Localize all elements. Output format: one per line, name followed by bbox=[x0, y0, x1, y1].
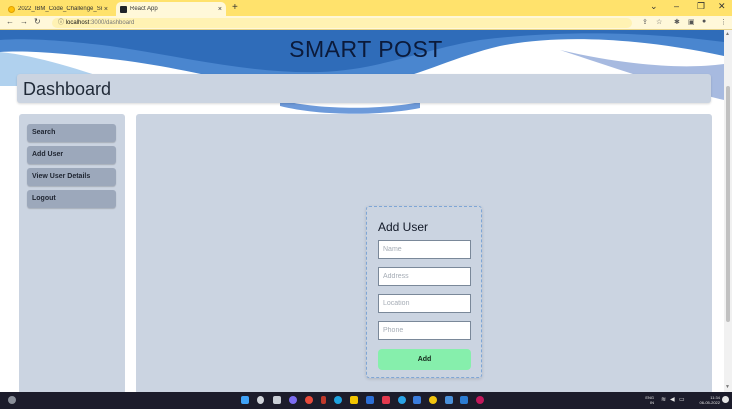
vpn-icon[interactable] bbox=[382, 396, 390, 404]
back-arrow-icon[interactable]: ← bbox=[6, 17, 14, 26]
wifi-icon[interactable]: ≋ bbox=[661, 397, 666, 403]
address-field[interactable] bbox=[378, 267, 471, 286]
add-user-form: Add User Add bbox=[366, 206, 482, 378]
dashboard-header: Dashboard bbox=[17, 74, 711, 103]
extensions-icon[interactable]: ✱ bbox=[674, 18, 680, 26]
windows-start-icon[interactable] bbox=[241, 396, 249, 404]
form-title: Add User bbox=[378, 220, 429, 234]
minimize-icon[interactable]: – bbox=[674, 1, 679, 11]
sidebar-item-view-user-details[interactable]: View User Details bbox=[27, 168, 116, 186]
page-viewport: SMART POST Dashboard Search Add User Vie… bbox=[0, 30, 724, 392]
react-favicon-icon bbox=[120, 5, 127, 13]
browser-tab-react-app[interactable]: React App × bbox=[116, 2, 226, 16]
edge-icon[interactable] bbox=[334, 396, 342, 404]
app-brand-title: SMART POST bbox=[289, 36, 443, 62]
tab-title: 2022_IBM_Code_Challenge_Smar bbox=[18, 6, 102, 12]
tab-close-icon[interactable]: × bbox=[104, 6, 108, 13]
notification-icon[interactable] bbox=[722, 396, 729, 403]
clock[interactable]: 11:34 06-05-2022 bbox=[690, 395, 720, 405]
os-taskbar: ENG IN ≋ ◀ ▭ 11:34 06-05-2022 bbox=[0, 392, 732, 409]
media-icon[interactable] bbox=[476, 396, 484, 404]
task-view-icon[interactable] bbox=[273, 396, 281, 404]
share-icon[interactable]: ⇪ bbox=[642, 18, 648, 26]
address-bar: ← → ↻ ⓘ localhost:3000/dashboard ⇪ ☆ ✱ ▣… bbox=[0, 16, 732, 30]
browser-tab-bar: 2022_IBM_Code_Challenge_Smar × React App… bbox=[0, 0, 732, 16]
clock-date: 06-05-2022 bbox=[699, 400, 720, 405]
tab-title: React App bbox=[130, 6, 158, 12]
page-title: Dashboard bbox=[23, 79, 112, 99]
netflix-icon[interactable] bbox=[321, 396, 326, 404]
sidebar-item-search[interactable]: Search bbox=[27, 124, 116, 142]
menu-dots-icon[interactable]: ⋮ bbox=[720, 18, 727, 26]
profile-avatar-icon[interactable]: ● bbox=[702, 18, 706, 25]
scrollbar-thumb[interactable] bbox=[726, 86, 730, 322]
url-host: localhost bbox=[65, 20, 90, 26]
main-content-panel: Add User Add bbox=[136, 114, 712, 392]
tab-favicon-icon bbox=[8, 5, 15, 13]
chevron-down-icon[interactable]: ⌄ bbox=[650, 1, 658, 12]
notepad-icon[interactable] bbox=[413, 396, 421, 404]
tab-close-icon[interactable]: × bbox=[218, 6, 222, 13]
chrome-icon[interactable] bbox=[305, 396, 313, 404]
url-path: :3000/dashboard bbox=[89, 20, 135, 26]
vscode-icon[interactable] bbox=[460, 396, 468, 404]
file-explorer-icon[interactable] bbox=[350, 396, 358, 404]
sidebar-item-logout[interactable]: Logout bbox=[27, 190, 116, 208]
weather-icon[interactable] bbox=[8, 396, 16, 404]
language-indicator[interactable]: ENG IN bbox=[640, 395, 654, 405]
page-scrollbar[interactable]: ▲ ▼ bbox=[724, 30, 732, 392]
info-icon: ⓘ bbox=[58, 20, 66, 26]
battery-icon[interactable]: ▭ bbox=[679, 397, 685, 403]
phone-field[interactable] bbox=[378, 321, 471, 340]
volume-icon[interactable]: ◀ bbox=[670, 397, 675, 403]
url-input[interactable]: ⓘ localhost:3000/dashboard bbox=[52, 18, 632, 28]
sidebar: Search Add User View User Details Logout bbox=[19, 114, 125, 392]
browser-tab-ibm[interactable]: 2022_IBM_Code_Challenge_Smar × bbox=[4, 2, 112, 16]
reload-icon[interactable]: ↻ bbox=[34, 17, 41, 26]
scroll-up-icon[interactable]: ▲ bbox=[725, 31, 730, 37]
forward-arrow-icon[interactable]: → bbox=[20, 17, 28, 26]
search-icon[interactable] bbox=[257, 396, 264, 404]
location-field[interactable] bbox=[378, 294, 471, 313]
maximize-icon[interactable]: ❐ bbox=[697, 1, 705, 12]
name-field[interactable] bbox=[378, 240, 471, 259]
add-button[interactable]: Add bbox=[378, 349, 471, 370]
scroll-down-icon[interactable]: ▼ bbox=[725, 384, 730, 390]
telegram-icon[interactable] bbox=[398, 396, 406, 404]
chrome-active-icon[interactable] bbox=[429, 396, 437, 404]
close-window-icon[interactable]: ✕ bbox=[718, 1, 726, 12]
keyboard-region: IN bbox=[650, 400, 654, 405]
store-icon[interactable] bbox=[366, 396, 374, 404]
photos-icon[interactable] bbox=[445, 396, 453, 404]
new-tab-button[interactable]: + bbox=[232, 2, 238, 13]
sidepanel-icon[interactable]: ▣ bbox=[688, 18, 695, 26]
star-icon[interactable]: ☆ bbox=[656, 18, 662, 26]
sidebar-item-add-user[interactable]: Add User bbox=[27, 146, 116, 164]
chat-icon[interactable] bbox=[289, 396, 297, 404]
